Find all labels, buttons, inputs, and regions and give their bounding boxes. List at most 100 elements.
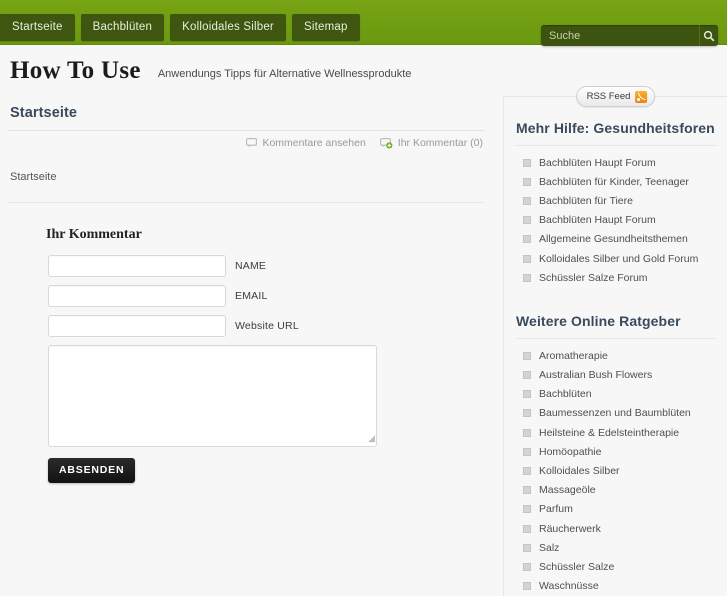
list-item-label: Baumessenzen und Baumblüten bbox=[539, 407, 691, 420]
list-item-label: Bachblüten für Kinder, Teenager bbox=[539, 175, 689, 188]
top-navigation-bar: Startseite Bachblüten Kolloidales Silber… bbox=[0, 0, 727, 46]
bullet-icon bbox=[523, 196, 531, 205]
list-item[interactable]: Kolloidales Silber und Gold Forum bbox=[515, 249, 717, 268]
comment-textarea[interactable] bbox=[48, 345, 377, 447]
bullet-icon bbox=[523, 254, 531, 263]
list-item[interactable]: Parfum bbox=[515, 500, 717, 519]
list-item[interactable]: Aromatherapie bbox=[515, 346, 717, 365]
nav-item-kolloidales-silber[interactable]: Kolloidales Silber bbox=[170, 14, 286, 41]
list-item[interactable]: Bachblüten Haupt Forum bbox=[515, 211, 717, 230]
widget-gesundheitsforen: Mehr Hilfe: Gesundheitsforen Bachblüten … bbox=[515, 120, 717, 287]
list-item[interactable]: Bachblüten für Kinder, Teenager bbox=[515, 172, 717, 191]
list-item-label: Bachblüten für Tiere bbox=[539, 194, 633, 207]
nav-item-sitemap[interactable]: Sitemap bbox=[291, 14, 360, 41]
content-divider bbox=[8, 202, 485, 203]
search-icon bbox=[703, 30, 715, 41]
list-item-label: Homöopathie bbox=[539, 445, 602, 458]
search-button[interactable] bbox=[699, 25, 718, 46]
bullet-icon bbox=[523, 158, 531, 167]
main-navigation: Startseite Bachblüten Kolloidales Silber… bbox=[0, 14, 360, 41]
bullet-icon bbox=[523, 582, 531, 591]
widget-divider bbox=[515, 338, 717, 340]
list-item-label: Bachblüten Haupt Forum bbox=[539, 214, 656, 227]
list-item[interactable]: Baumessenzen und Baumblüten bbox=[515, 404, 717, 423]
list-item-label: Bachblüten bbox=[539, 388, 592, 401]
bullet-icon bbox=[523, 562, 531, 571]
list-item[interactable]: Homöopathie bbox=[515, 442, 717, 461]
search-input[interactable] bbox=[541, 25, 699, 46]
rss-feed-label: RSS Feed bbox=[586, 91, 631, 102]
bullet-icon bbox=[523, 409, 531, 418]
bullet-icon bbox=[523, 390, 531, 399]
site-tagline: Anwendungs Tipps für Alternative Wellnes… bbox=[157, 67, 412, 80]
comment-email-input[interactable] bbox=[48, 285, 226, 307]
page-body: Startseite Kommentare ansehen Ihr Kommen… bbox=[0, 86, 727, 596]
resize-handle-icon: ◢ bbox=[368, 433, 375, 443]
bullet-icon bbox=[523, 447, 531, 456]
comment-name-input[interactable] bbox=[48, 255, 226, 277]
widget-title-gesundheitsforen: Mehr Hilfe: Gesundheitsforen bbox=[516, 120, 715, 136]
bullet-icon bbox=[523, 216, 531, 225]
list-item[interactable]: Bachblüten bbox=[515, 385, 717, 404]
nav-item-startseite[interactable]: Startseite bbox=[0, 14, 75, 41]
view-comments-label: Kommentare ansehen bbox=[262, 137, 366, 149]
comment-bubble-icon bbox=[246, 138, 258, 148]
comment-name-label: NAME bbox=[235, 260, 267, 272]
bullet-icon bbox=[523, 428, 531, 437]
list-item-label: Räucherwerk bbox=[539, 522, 601, 535]
bullet-icon bbox=[523, 235, 531, 244]
comment-email-label: EMAIL bbox=[235, 290, 268, 302]
list-item-label: Aromatherapie bbox=[539, 349, 608, 362]
list-item[interactable]: Massageöle bbox=[515, 481, 717, 500]
list-item-label: Schüssler Salze Forum bbox=[539, 271, 648, 284]
search-box bbox=[541, 25, 718, 46]
bullet-icon bbox=[523, 273, 531, 282]
list-item[interactable]: Allgemeine Gesundheitsthemen bbox=[515, 230, 717, 249]
view-comments-link[interactable]: Kommentare ansehen bbox=[246, 137, 366, 149]
post-body: Startseite bbox=[10, 171, 57, 183]
comment-website-label: Website URL bbox=[235, 320, 299, 332]
link-list-gesundheitsforen: Bachblüten Haupt Forum Bachblüten für Ki… bbox=[515, 153, 717, 287]
list-item[interactable]: Bachblüten für Tiere bbox=[515, 191, 717, 210]
main-content: Startseite Kommentare ansehen Ihr Kommen… bbox=[0, 96, 493, 483]
nav-item-bachblueten[interactable]: Bachblüten bbox=[80, 14, 165, 41]
comment-form-heading: Ihr Kommentar bbox=[46, 227, 142, 242]
bullet-icon bbox=[523, 505, 531, 514]
list-item-label: Parfum bbox=[539, 503, 573, 516]
bullet-icon bbox=[523, 524, 531, 533]
widget-online-ratgeber: Weitere Online Ratgeber Aromatherapie Au… bbox=[515, 313, 717, 595]
bullet-icon bbox=[523, 486, 531, 495]
list-item-label: Kolloidales Silber bbox=[539, 465, 620, 478]
submit-comment-button[interactable]: ABSENDEN bbox=[48, 458, 136, 483]
rss-icon bbox=[635, 90, 648, 103]
widget-divider bbox=[515, 145, 717, 146]
list-item[interactable]: Bachblüten Haupt Forum bbox=[515, 153, 717, 172]
list-item-label: Massageöle bbox=[539, 484, 596, 497]
list-item[interactable]: Australian Bush Flowers bbox=[515, 366, 717, 385]
sidebar: RSS Feed Mehr Hilfe: Gesundheitsforen Ba… bbox=[503, 86, 727, 596]
list-item[interactable]: Räucherwerk bbox=[515, 519, 717, 538]
comment-name-row: NAME bbox=[48, 255, 493, 277]
add-comment-label: Ihr Kommentar (0) bbox=[397, 137, 483, 149]
list-item-label: Bachblüten Haupt Forum bbox=[539, 156, 656, 169]
list-item[interactable]: Salz bbox=[515, 538, 717, 557]
page-title: Startseite bbox=[10, 105, 78, 121]
list-item-label: Kolloidales Silber und Gold Forum bbox=[539, 252, 699, 265]
site-title: How To Use bbox=[10, 56, 141, 84]
list-item-label: Heilsteine & Edelsteintherapie bbox=[539, 426, 680, 439]
comment-add-icon bbox=[379, 137, 393, 148]
post-meta: Kommentare ansehen Ihr Kommentar (0) bbox=[8, 131, 493, 149]
list-item-label: Salz bbox=[539, 541, 560, 554]
link-list-online-ratgeber: Aromatherapie Australian Bush Flowers Ba… bbox=[515, 346, 717, 595]
list-item[interactable]: Schüssler Salze bbox=[515, 557, 717, 576]
list-item[interactable]: Waschnüsse bbox=[515, 577, 717, 596]
bullet-icon bbox=[523, 467, 531, 476]
comment-website-input[interactable] bbox=[48, 315, 226, 337]
list-item[interactable]: Kolloidales Silber bbox=[515, 461, 717, 480]
list-item[interactable]: Heilsteine & Edelsteintherapie bbox=[515, 423, 717, 442]
bullet-icon bbox=[523, 351, 531, 360]
rss-feed-badge[interactable]: RSS Feed bbox=[575, 86, 656, 107]
list-item[interactable]: Schüssler Salze Forum bbox=[515, 268, 717, 287]
comment-email-row: EMAIL bbox=[48, 285, 493, 307]
add-comment-link[interactable]: Ihr Kommentar (0) bbox=[379, 137, 483, 149]
